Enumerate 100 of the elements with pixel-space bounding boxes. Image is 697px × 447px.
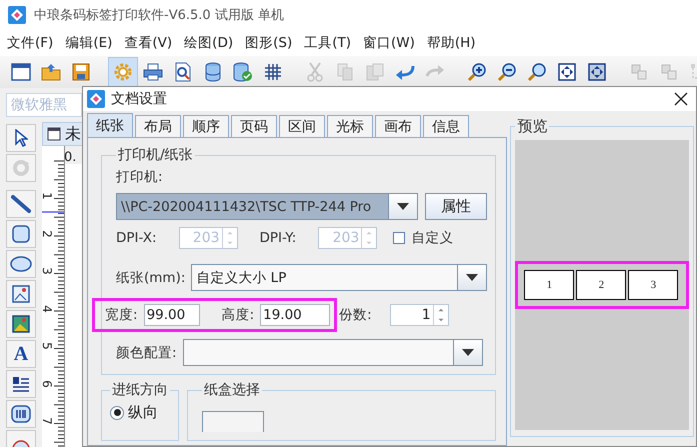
tool-button[interactable] (6, 190, 36, 218)
tool-button[interactable]: A (6, 340, 36, 368)
field-label: DPI-X: (116, 230, 157, 246)
caret-icon (462, 349, 474, 356)
menu-item[interactable]: 工具(T) (303, 32, 352, 54)
tool-button[interactable] (6, 310, 36, 338)
database-icon (205, 62, 221, 82)
fit-all-icon (588, 63, 606, 81)
zoom-out-icon (497, 62, 517, 82)
label-preview: 1 (524, 270, 574, 300)
tab[interactable]: 布局 (135, 115, 181, 137)
width-field[interactable]: 99.00 (144, 304, 200, 326)
image-icon (12, 285, 30, 303)
tool-button[interactable] (6, 250, 36, 278)
letter-a-icon: A (14, 344, 28, 364)
tab[interactable]: 光标 (327, 115, 373, 137)
checkbox-label: 自定义 (411, 229, 454, 247)
tool-button[interactable] (6, 124, 36, 152)
rich-text-icon (12, 375, 30, 393)
tool-button[interactable] (6, 280, 36, 308)
barcode-icon (11, 405, 31, 423)
field-label: 宽度: (105, 306, 138, 324)
properties-button[interactable]: 属性 (425, 193, 487, 220)
caret-icon (466, 274, 478, 281)
field-label: 份数: (339, 306, 372, 324)
height-field[interactable]: 19.00 (260, 304, 330, 326)
dialog-logo-icon (87, 90, 105, 108)
group-title: 预览 (516, 117, 548, 136)
magnifier-icon (527, 62, 547, 82)
align-icon (631, 64, 647, 80)
menu-item[interactable]: 绘图(D) (183, 32, 234, 54)
menu-item[interactable]: 文件(F) (6, 32, 54, 54)
menu-item[interactable]: 窗口(W) (362, 32, 416, 54)
field-label: DPI-Y: (260, 230, 296, 246)
copies-spinner[interactable]: 1 (390, 304, 449, 326)
group-title: 进纸方向 (111, 381, 169, 399)
tab[interactable]: 区间 (279, 115, 325, 137)
copy-icon (337, 63, 353, 81)
rounded-rectangle-icon (11, 224, 31, 244)
tab[interactable]: 页码 (231, 115, 277, 137)
ruler-label: 7 (40, 417, 54, 425)
radio-button[interactable] (110, 406, 124, 420)
align-icon (661, 64, 677, 80)
printer-dropdown[interactable]: \\PC-202004111432\TSC TTP-244 Pro (116, 193, 418, 220)
group-title: 纸盒选择 (203, 381, 261, 399)
window-title: 中琅条码标签打印软件-V6.5.0 试用版 单机 (34, 7, 284, 24)
tab[interactable]: 画布 (375, 115, 421, 137)
rotate-icon (12, 159, 30, 177)
ruler-label: 5 (40, 342, 54, 350)
menu-item[interactable]: 编辑(E) (64, 32, 114, 54)
window-icon (11, 63, 31, 81)
tab[interactable]: 纸张 (87, 113, 133, 137)
print-preview-icon (174, 62, 192, 82)
window-icon (47, 127, 61, 141)
ellipse-icon (10, 256, 32, 272)
field-label: 高度: (222, 306, 254, 324)
field-label: 打印机: (116, 168, 164, 186)
ruler-label: 3 (40, 267, 54, 275)
field-label: 颜色配置: (116, 344, 177, 362)
fit-page-icon (558, 63, 576, 81)
print-icon (143, 63, 163, 81)
color-dropdown[interactable] (182, 339, 483, 366)
gear-icon (113, 62, 133, 82)
dialog-title: 文档设置 (111, 90, 167, 108)
radio-label: 纵向 (128, 403, 158, 422)
menu-item[interactable]: 图形(S) (244, 32, 294, 54)
document-title: 未 (65, 124, 81, 144)
ruler-label: 0. (64, 150, 76, 165)
ruler-label: 6 (40, 380, 54, 388)
cursor-arrow-icon (14, 129, 28, 147)
checkbox[interactable] (393, 232, 406, 244)
app-logo-icon (8, 6, 26, 24)
paper-dropdown[interactable]: 自定义大小 LP (191, 264, 488, 291)
label-preview: 2 (576, 270, 626, 300)
group-title: 打印机/纸张 (117, 146, 194, 164)
line-icon (11, 194, 31, 214)
paste-icon (366, 63, 384, 81)
database-check-icon (233, 62, 253, 82)
ruler-label: 2 (40, 230, 54, 238)
tool-button[interactable] (6, 400, 36, 428)
curved-arrow-icon (395, 64, 415, 80)
close-icon (674, 92, 688, 106)
ruler-label: 1 (40, 192, 54, 200)
tab[interactable]: 信息 (423, 115, 469, 137)
label-preview: 3 (628, 270, 678, 300)
folder-icon (41, 63, 61, 81)
field-label: 纸张(mm): (116, 268, 186, 286)
grid-icon (265, 64, 281, 80)
scissors-icon (307, 62, 323, 82)
picture-icon (12, 315, 30, 333)
menu-item[interactable]: 帮助(H) (426, 32, 477, 54)
tray-dropdown[interactable] (202, 411, 264, 432)
ruler-label: 4 (40, 304, 54, 312)
tab[interactable]: 顺序 (183, 115, 229, 137)
shape-icon (12, 439, 30, 447)
tool-button[interactable] (6, 220, 36, 248)
menu-item[interactable]: 查看(V) (123, 32, 174, 54)
tool-button[interactable] (6, 370, 36, 398)
caret-icon (397, 203, 409, 210)
zoom-in-icon (467, 62, 487, 82)
